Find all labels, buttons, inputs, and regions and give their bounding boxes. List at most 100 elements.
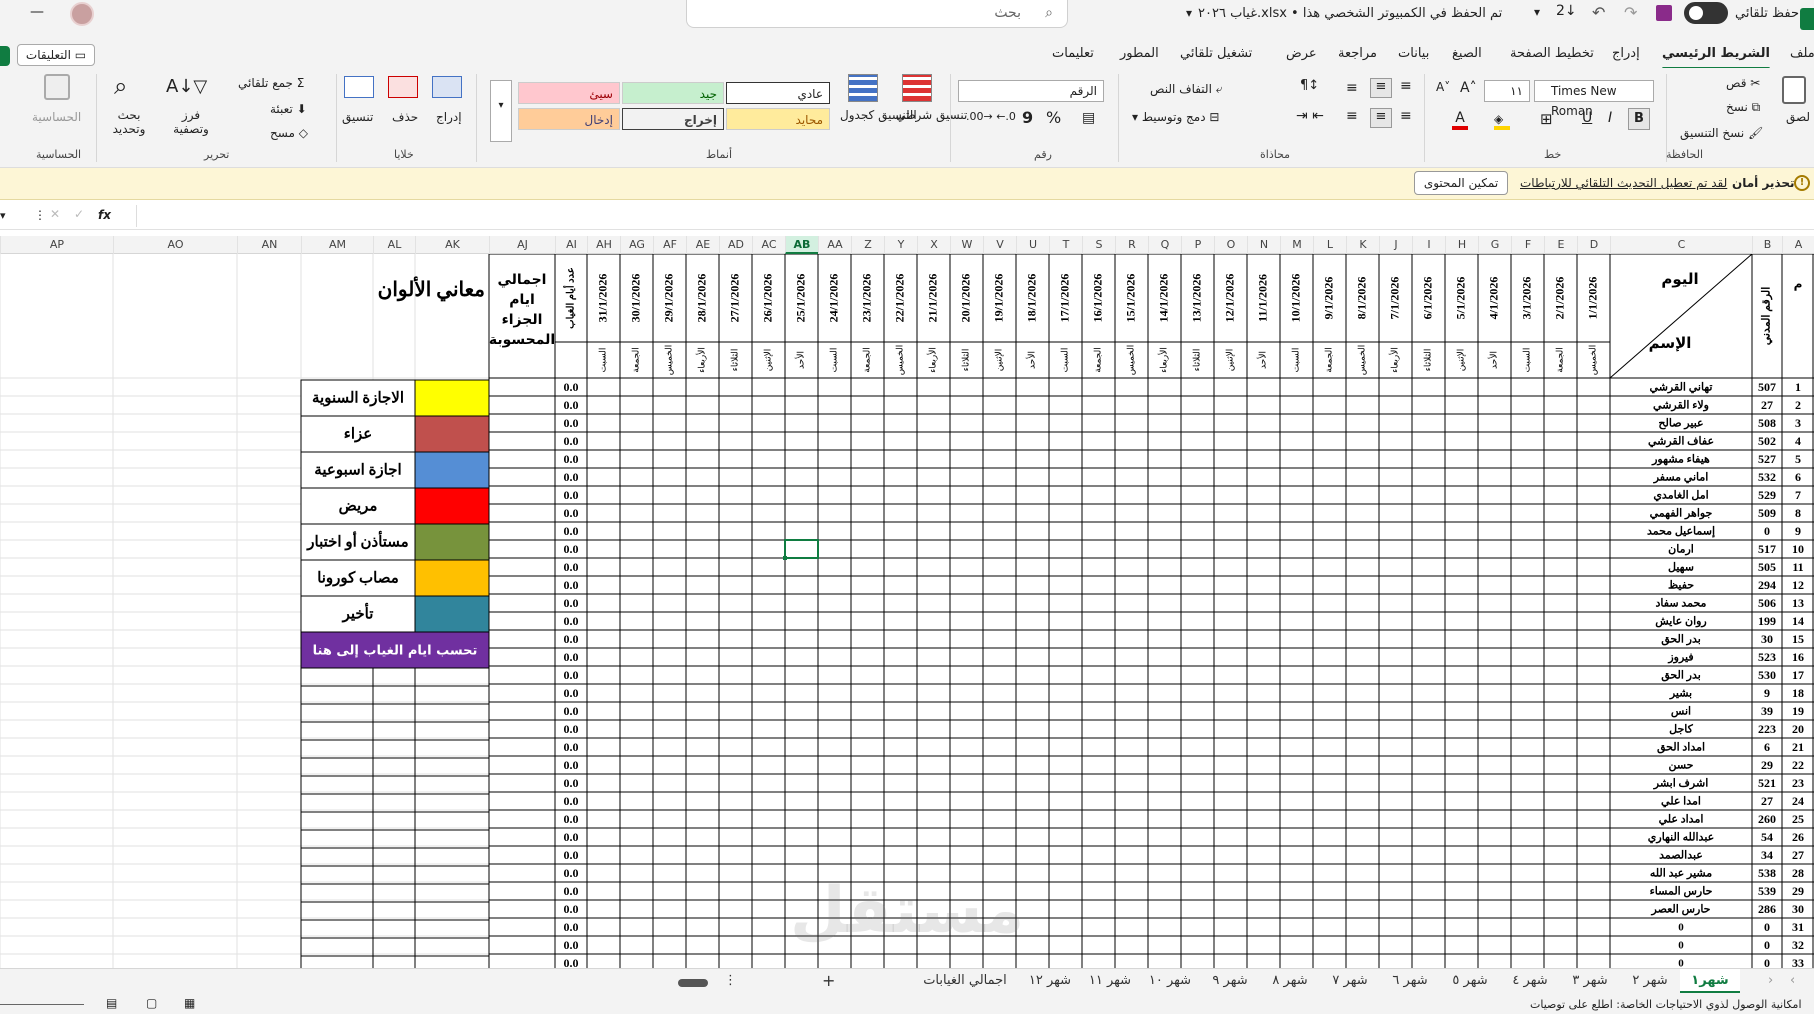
column-header[interactable]: AN: [237, 236, 301, 254]
column-header[interactable]: O: [1214, 236, 1247, 254]
next-sheet-icon[interactable]: ›: [1768, 973, 1773, 988]
sensitivity-button[interactable]: الحساسية: [32, 110, 81, 124]
column-header[interactable]: AI: [555, 236, 587, 254]
sheet-tab[interactable]: شهر ٦: [1380, 973, 1440, 988]
fill-color-icon[interactable]: ◈: [1494, 112, 1510, 130]
column-header[interactable]: AF: [653, 236, 686, 254]
file-title[interactable]: غياب ٢٠٢٦.xlsx • تم الحفظ في الكمبيوتر ا…: [1198, 6, 1502, 21]
column-header[interactable]: AB: [785, 236, 818, 254]
conditional-format-icon[interactable]: [902, 74, 932, 102]
comma-button[interactable]: 9: [1022, 108, 1033, 127]
fill-button[interactable]: تعبئة ⬇: [270, 102, 307, 116]
tab-automate[interactable]: تشغيل تلقائي: [1180, 46, 1252, 66]
avatar[interactable]: [70, 2, 94, 26]
format-painter-button[interactable]: نسخ التنسيق 🖌: [1680, 126, 1763, 140]
delete-cells-icon[interactable]: [388, 76, 418, 98]
formula-input[interactable]: [136, 205, 1814, 227]
sheet-tab[interactable]: شهر ٧: [1320, 973, 1380, 988]
merge-center-button[interactable]: ▾ دمج وتوسيط ⊟: [1132, 110, 1219, 124]
column-header[interactable]: F: [1511, 236, 1544, 254]
find-select-button[interactable]: بحث وتحديد: [104, 108, 154, 136]
column-header[interactable]: AJ: [489, 236, 555, 254]
column-header[interactable]: AH: [587, 236, 620, 254]
borders-icon[interactable]: ⊞: [1540, 110, 1553, 128]
style-good[interactable]: جيد: [622, 82, 724, 104]
underline-button[interactable]: U: [1582, 110, 1592, 126]
tab-review[interactable]: مراجعة: [1338, 46, 1377, 66]
tab-insert[interactable]: إدراج: [1612, 46, 1640, 66]
clear-button[interactable]: مسح ◇: [270, 126, 308, 140]
column-header[interactable]: AD: [719, 236, 752, 254]
style-normal[interactable]: عادي: [726, 82, 830, 104]
minimize-icon[interactable]: —: [30, 4, 44, 20]
sheet-tab[interactable]: شهر ٨: [1260, 973, 1320, 988]
name-box[interactable]: ▾: [0, 206, 20, 226]
undo-icon[interactable]: ↶: [1592, 3, 1605, 22]
percent-button[interactable]: %: [1046, 108, 1061, 127]
column-header[interactable]: AK: [415, 236, 489, 254]
paste-button[interactable]: لصق: [1786, 110, 1810, 124]
align-top-icon[interactable]: ≡: [1400, 78, 1412, 94]
column-header[interactable]: A: [1782, 236, 1814, 254]
enable-content-button[interactable]: تمكين المحتوى: [1414, 171, 1508, 195]
tab-view[interactable]: عرض: [1286, 46, 1317, 66]
copy-button[interactable]: نسخ ⧉: [1726, 100, 1760, 115]
indent-icons[interactable]: ⇥ ⇤: [1296, 108, 1324, 124]
autosave-toggle[interactable]: [1684, 2, 1728, 24]
tab-help[interactable]: تعليمات: [1052, 46, 1094, 66]
tab-data[interactable]: بيانات: [1398, 46, 1429, 66]
qat-more-icon[interactable]: ▾: [1534, 5, 1540, 19]
column-header[interactable]: N: [1247, 236, 1280, 254]
font-color-icon[interactable]: A: [1452, 110, 1468, 130]
style-bad[interactable]: سيئ: [518, 82, 620, 104]
column-header[interactable]: AG: [620, 236, 653, 254]
column-header[interactable]: D: [1577, 236, 1610, 254]
confirm-formula-icon[interactable]: ✓: [74, 207, 84, 221]
font-name-select[interactable]: Times New Roman: [1534, 80, 1654, 118]
column-header[interactable]: G: [1478, 236, 1511, 254]
sheet-tab[interactable]: شهر ٤: [1500, 973, 1560, 988]
text-direction-icon[interactable]: ¶↕: [1300, 78, 1319, 93]
column-header[interactable]: T: [1049, 236, 1082, 254]
style-neutral[interactable]: محايد: [726, 108, 830, 130]
insert-cells-icon[interactable]: [432, 76, 462, 98]
align-left-icon[interactable]: ≡: [1346, 108, 1358, 124]
column-header[interactable]: AO: [113, 236, 237, 254]
tab-page-layout[interactable]: تخطيط الصفحة: [1510, 46, 1594, 66]
font-size-select[interactable]: ١١: [1484, 80, 1530, 102]
sheet-tab[interactable]: شهر ٩: [1200, 973, 1260, 988]
column-header[interactable]: R: [1115, 236, 1148, 254]
column-header[interactable]: S: [1082, 236, 1115, 254]
page-break-icon[interactable]: ▤: [106, 996, 117, 1010]
page-layout-icon[interactable]: ▢: [146, 996, 157, 1010]
accessibility-status[interactable]: امكانية الوصول لذوي الاحتياجات الخاصة: ا…: [1530, 998, 1802, 1011]
column-header[interactable]: AC: [752, 236, 785, 254]
wrap-text-button[interactable]: التفاف النص ⤶: [1150, 82, 1222, 97]
number-format-select[interactable]: الرقم: [958, 80, 1104, 102]
column-header[interactable]: M: [1280, 236, 1313, 254]
sheet-options-icon[interactable]: ⋮: [724, 973, 737, 988]
column-header[interactable]: L: [1313, 236, 1346, 254]
save-icon[interactable]: [1656, 5, 1672, 21]
sheet-tab[interactable]: شهر١: [1680, 969, 1740, 993]
column-header[interactable]: Y: [884, 236, 917, 254]
sheet-tab-summary[interactable]: اجمالي الغيابات: [910, 973, 1020, 988]
italic-button[interactable]: I: [1608, 110, 1612, 126]
column-header[interactable]: X: [917, 236, 950, 254]
column-header[interactable]: AE: [686, 236, 719, 254]
align-middle-icon[interactable]: ≡: [1370, 78, 1392, 98]
column-header[interactable]: P: [1181, 236, 1214, 254]
decimal-icons[interactable]: .00→ ←.0: [966, 110, 1016, 123]
style-output[interactable]: إخراج: [622, 108, 724, 130]
sheet-tab[interactable]: شهر ٣: [1560, 973, 1620, 988]
column-header[interactable]: AA: [818, 236, 851, 254]
column-header[interactable]: E: [1544, 236, 1577, 254]
tab-home[interactable]: الشريط الرئيسي: [1662, 46, 1770, 70]
cancel-formula-icon[interactable]: ✕: [50, 207, 60, 221]
column-header[interactable]: AM: [301, 236, 373, 254]
paste-icon[interactable]: [1782, 76, 1806, 104]
grow-font-icon[interactable]: A˄: [1460, 80, 1477, 96]
selected-cell[interactable]: [784, 539, 819, 559]
format-as-table-icon[interactable]: [848, 74, 878, 102]
column-header[interactable]: B: [1752, 236, 1782, 254]
